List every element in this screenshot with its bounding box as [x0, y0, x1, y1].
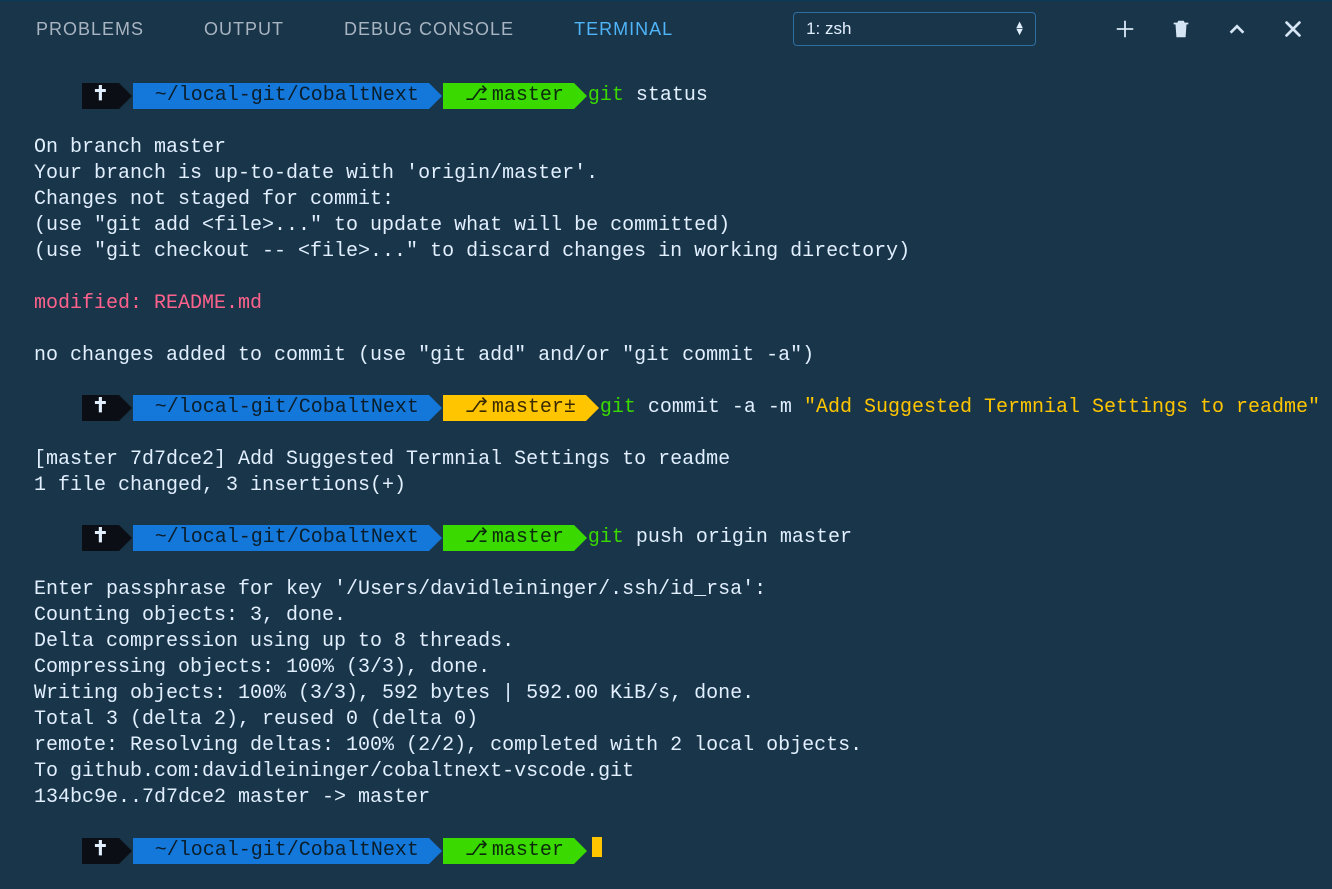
tab-debug-console[interactable]: DEBUG CONSOLE [344, 16, 514, 42]
output-line: Changes not staged for commit: [34, 187, 1298, 213]
prompt-symbol-seg: ✝ [82, 83, 119, 109]
tab-problems[interactable]: PROBLEMS [36, 16, 144, 42]
select-arrows-icon: ▲▼ [1014, 22, 1025, 36]
collapse-panel-button[interactable] [1226, 18, 1248, 40]
output-line: Delta compression using up to 8 threads. [34, 629, 1298, 655]
shell-select-label: 1: zsh [806, 16, 851, 42]
prompt-branch-dirty-seg: ⎇master± [443, 395, 586, 421]
prompt-path-seg: ~/local-git/CobaltNext [133, 838, 429, 864]
prompt-line-active[interactable]: ✝ ~/local-git/CobaltNext ⎇master [34, 811, 1298, 889]
plus-icon [1114, 18, 1136, 40]
command-git: git [588, 84, 624, 107]
trash-icon [1170, 18, 1192, 40]
prompt-symbol-seg: ✝ [82, 838, 119, 864]
prompt-branch-seg: ⎇master [443, 838, 574, 864]
output-line: Total 3 (delta 2), reused 0 (delta 0) [34, 707, 1298, 733]
output-line: no changes added to commit (use "git add… [34, 343, 1298, 369]
output-blank [34, 317, 1298, 343]
git-branch-icon: ⎇ [465, 83, 488, 109]
command-git: git [588, 526, 624, 549]
output-line: Counting objects: 3, done. [34, 603, 1298, 629]
output-line: 1 file changed, 3 insertions(+) [34, 473, 1298, 499]
prompt-path-seg: ~/local-git/CobaltNext [133, 525, 429, 551]
command-git: git [600, 396, 636, 419]
output-line: Enter passphrase for key '/Users/davidle… [34, 577, 1298, 603]
command-args: commit -a -m [636, 396, 804, 419]
tab-terminal[interactable]: TERMINAL [574, 16, 673, 42]
terminal-shell-select[interactable]: 1: zsh ▲▼ [793, 12, 1036, 46]
output-blank [34, 265, 1298, 291]
terminal-cursor [592, 837, 602, 857]
close-icon [1282, 18, 1304, 40]
commit-message: "Add Suggested Termnial Settings to read… [804, 396, 1320, 419]
command-args: push origin master [624, 526, 852, 549]
panel-tabbar: PROBLEMS OUTPUT DEBUG CONSOLE TERMINAL 1… [0, 1, 1332, 57]
close-panel-button[interactable] [1282, 18, 1304, 40]
prompt-line: ✝ ~/local-git/CobaltNext ⎇master± git commi… [34, 369, 1298, 447]
kill-terminal-button[interactable] [1170, 18, 1192, 40]
prompt-line: ✝ ~/local-git/CobaltNext ⎇master git push o… [34, 499, 1298, 577]
output-line: Writing objects: 100% (3/3), 592 bytes |… [34, 681, 1298, 707]
prompt-symbol-seg: ✝ [82, 525, 119, 551]
prompt-branch-seg: ⎇master [443, 525, 574, 551]
output-line: remote: Resolving deltas: 100% (2/2), co… [34, 733, 1298, 759]
chevron-up-icon [1226, 18, 1248, 40]
output-modified-line: modified: README.md [34, 291, 1298, 317]
prompt-path-seg: ~/local-git/CobaltNext [133, 395, 429, 421]
output-line: To github.com:davidleininger/cobaltnext-… [34, 759, 1298, 785]
output-line: Compressing objects: 100% (3/3), done. [34, 655, 1298, 681]
git-branch-icon: ⎇ [465, 838, 488, 864]
git-branch-icon: ⎇ [465, 525, 488, 551]
output-line: 134bc9e..7d7dce2 master -> master [34, 785, 1298, 811]
output-line: (use "git add <file>..." to update what … [34, 213, 1298, 239]
prompt-symbol-seg: ✝ [82, 395, 119, 421]
output-line: [master 7d7dce2] Add Suggested Termnial … [34, 447, 1298, 473]
output-line: Your branch is up-to-date with 'origin/m… [34, 161, 1298, 187]
prompt-path-seg: ~/local-git/CobaltNext [133, 83, 429, 109]
command-args: status [624, 84, 708, 107]
git-branch-icon: ⎇ [465, 395, 488, 421]
prompt-line: ✝ ~/local-git/CobaltNext ⎇master git status [34, 57, 1298, 135]
tab-output[interactable]: OUTPUT [204, 16, 284, 42]
output-line: (use "git checkout -- <file>..." to disc… [34, 239, 1298, 265]
terminal-output[interactable]: ✝ ~/local-git/CobaltNext ⎇master git status… [0, 57, 1332, 889]
prompt-branch-seg: ⎇master [443, 83, 574, 109]
output-line: On branch master [34, 135, 1298, 161]
new-terminal-button[interactable] [1114, 18, 1136, 40]
